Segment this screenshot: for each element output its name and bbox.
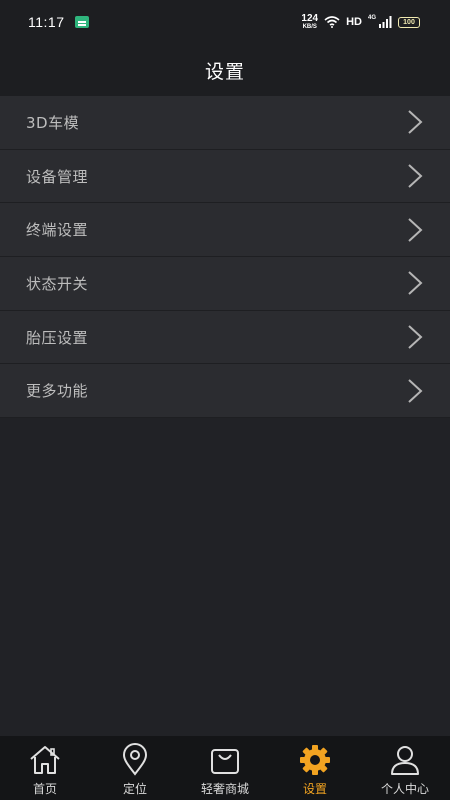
chevron-right-icon (408, 379, 423, 403)
nav-item-mall[interactable]: 轻奢商城 (180, 736, 270, 800)
menu-item-status-switch[interactable]: 状态开关 (0, 257, 450, 311)
user-icon (391, 746, 419, 775)
chevron-right-icon (408, 271, 423, 296)
menu-item-terminal-settings[interactable]: 终端设置 (0, 203, 450, 258)
page-title: 设置 (204, 60, 245, 83)
nav-item-profile[interactable]: 个人中心 (360, 736, 450, 800)
menu-item-tire-pressure-settings[interactable]: 胎压设置 (0, 310, 450, 365)
home-icon (30, 746, 60, 774)
title-bar: 设置 (0, 44, 450, 96)
nav-item-home[interactable]: 首页 (0, 736, 90, 800)
shopping-bag-icon (211, 749, 239, 774)
chevron-right-icon (408, 164, 423, 188)
chevron-right-icon (408, 217, 423, 242)
signal-type: 4G (367, 15, 376, 21)
network-speed: 124 KB/S (301, 13, 319, 31)
menu-item-label: 更多功能 (26, 382, 89, 401)
nav-item-settings[interactable]: 设置 (270, 736, 360, 800)
settings-menu-list: 3D车模 设备管理 终端设置 状态开关 胎压设置 更多功能 (0, 96, 450, 419)
location-pin-icon (122, 743, 148, 776)
menu-item-label: 胎压设置 (26, 328, 89, 347)
nav-label: 设置 (302, 782, 327, 796)
status-time: 11:17 (28, 14, 65, 30)
gear-icon (300, 745, 330, 775)
nav-label: 轻奢商城 (200, 782, 249, 796)
bottom-nav: 首页 定位 轻奢商城 设置 个人中心 (0, 736, 450, 800)
notification-app-icon (74, 16, 89, 28)
nav-item-location[interactable]: 定位 (90, 736, 180, 800)
menu-item-3d-car-model[interactable]: 3D车模 (0, 96, 450, 150)
menu-item-more-functions[interactable]: 更多功能 (0, 364, 450, 419)
status-left: 11:17 (28, 14, 89, 30)
status-bar: 11:17 124 KB/S HD 4G 100 (0, 0, 450, 44)
menu-item-label: 3D车模 (26, 113, 80, 132)
wifi-icon (324, 16, 340, 28)
chevron-right-icon (408, 325, 423, 349)
nav-label: 定位 (122, 782, 147, 796)
menu-item-device-management[interactable]: 设备管理 (0, 149, 450, 204)
menu-item-label: 设备管理 (26, 167, 89, 186)
network-speed-value: 124 (301, 13, 319, 24)
nav-label: 个人中心 (380, 782, 429, 796)
menu-item-label: 终端设置 (26, 221, 89, 240)
battery-indicator: 100 (398, 16, 420, 28)
network-speed-unit: KB/S (302, 24, 317, 30)
chevron-right-icon (408, 110, 423, 135)
status-right: 124 KB/S HD 4G 100 (301, 14, 420, 30)
menu-item-label: 状态开关 (26, 274, 89, 293)
signal-bars-icon (379, 16, 392, 28)
nav-label: 首页 (32, 782, 57, 796)
hd-indicator: HD (346, 16, 362, 28)
